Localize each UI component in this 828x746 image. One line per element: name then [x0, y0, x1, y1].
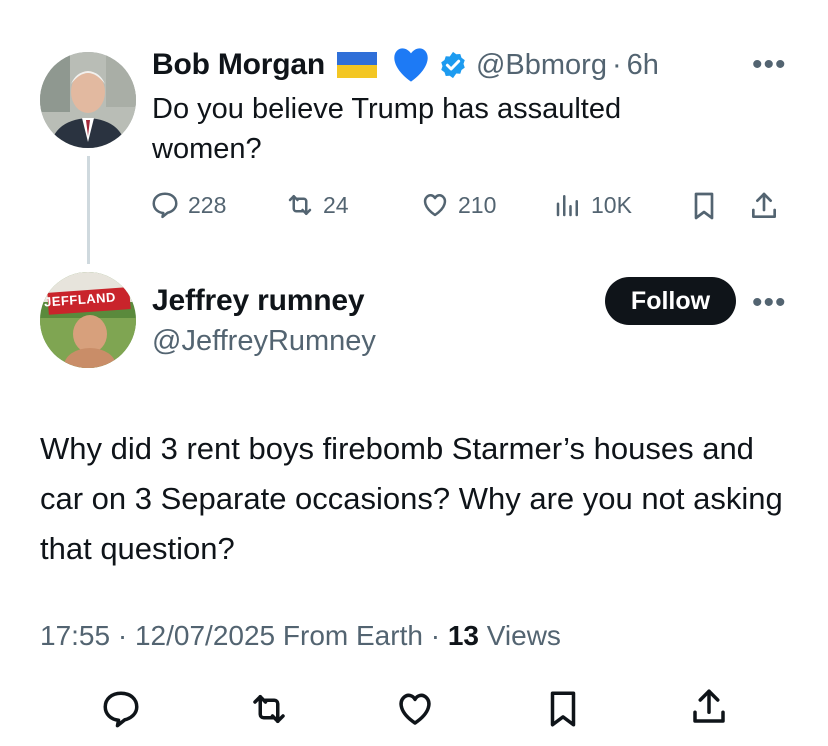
reply-tweet-text: Why did 3 rent boys firebomb Starmer’s h…	[40, 431, 783, 566]
like-icon	[423, 193, 447, 217]
retweet-stat[interactable]: 24	[285, 190, 349, 220]
retweet-button[interactable]	[248, 688, 290, 735]
like-stat[interactable]: 210	[420, 190, 496, 220]
thread-connector-line	[87, 156, 90, 264]
views-stat[interactable]: 10K	[553, 190, 632, 220]
retweet-icon	[288, 195, 312, 215]
author-name[interactable]: Bob Morgan	[152, 48, 325, 82]
share-action-button[interactable]	[688, 686, 730, 733]
reply-icon	[103, 691, 139, 728]
avatar-jeffland-image	[40, 272, 136, 368]
time-ago[interactable]: 6h	[627, 49, 659, 82]
reply-stat[interactable]: 228	[150, 190, 226, 220]
like-button[interactable]	[394, 688, 436, 735]
reply-time[interactable]: 17:55	[40, 620, 110, 651]
reply-source: From Earth	[282, 620, 423, 651]
avatar-jeffrey-rumney[interactable]: JEFFLAND	[40, 272, 136, 368]
share-icon	[693, 689, 725, 723]
reply-meta: 17:55 · 12/07/2025 From Earth · 13 Views	[40, 620, 561, 652]
reply-date[interactable]: 12/07/2025	[135, 620, 275, 651]
bookmark-button[interactable]	[688, 190, 720, 227]
original-tweet-text: Do you believe Trump has assaulted women…	[152, 93, 622, 165]
meta-separator-2: ·	[430, 620, 441, 651]
author-handle[interactable]: @Bbmorg	[476, 49, 607, 82]
follow-button[interactable]: Follow	[605, 277, 736, 325]
reply-icon	[152, 192, 178, 219]
avatar-portrait-image	[40, 52, 136, 148]
tweet-header: Bob Morgan @Bbmorg · 6h	[152, 46, 659, 84]
ukraine-flag-icon	[336, 52, 377, 78]
like-count: 210	[458, 191, 497, 218]
more-options-icon[interactable]: •••	[752, 48, 787, 82]
views-count: 10K	[591, 191, 632, 218]
meta-separator: ·	[117, 620, 128, 651]
avatar-bob-morgan[interactable]	[40, 52, 136, 148]
share-button[interactable]	[748, 190, 780, 227]
bookmark-action-button[interactable]	[542, 688, 584, 735]
retweet-count: 24	[323, 191, 349, 218]
retweet-icon	[253, 695, 285, 723]
reply-more-options-icon[interactable]: •••	[752, 286, 787, 320]
reply-views-count[interactable]: 13	[448, 620, 479, 651]
share-icon	[752, 192, 776, 218]
blue-heart-icon	[394, 48, 428, 82]
views-chart-icon	[556, 195, 578, 217]
bookmark-icon	[694, 192, 714, 220]
handle-separator: ·	[611, 48, 622, 81]
bookmark-icon	[550, 691, 576, 727]
reply-button[interactable]	[100, 688, 142, 735]
like-icon	[399, 693, 431, 725]
reply-views-label[interactable]: Views	[487, 620, 561, 651]
reply-count: 228	[188, 191, 227, 218]
reply-author-name[interactable]: Jeffrey rumney	[152, 284, 365, 318]
verified-badge-icon[interactable]	[438, 50, 468, 80]
reply-author-handle[interactable]: @JeffreyRumney	[152, 325, 376, 358]
